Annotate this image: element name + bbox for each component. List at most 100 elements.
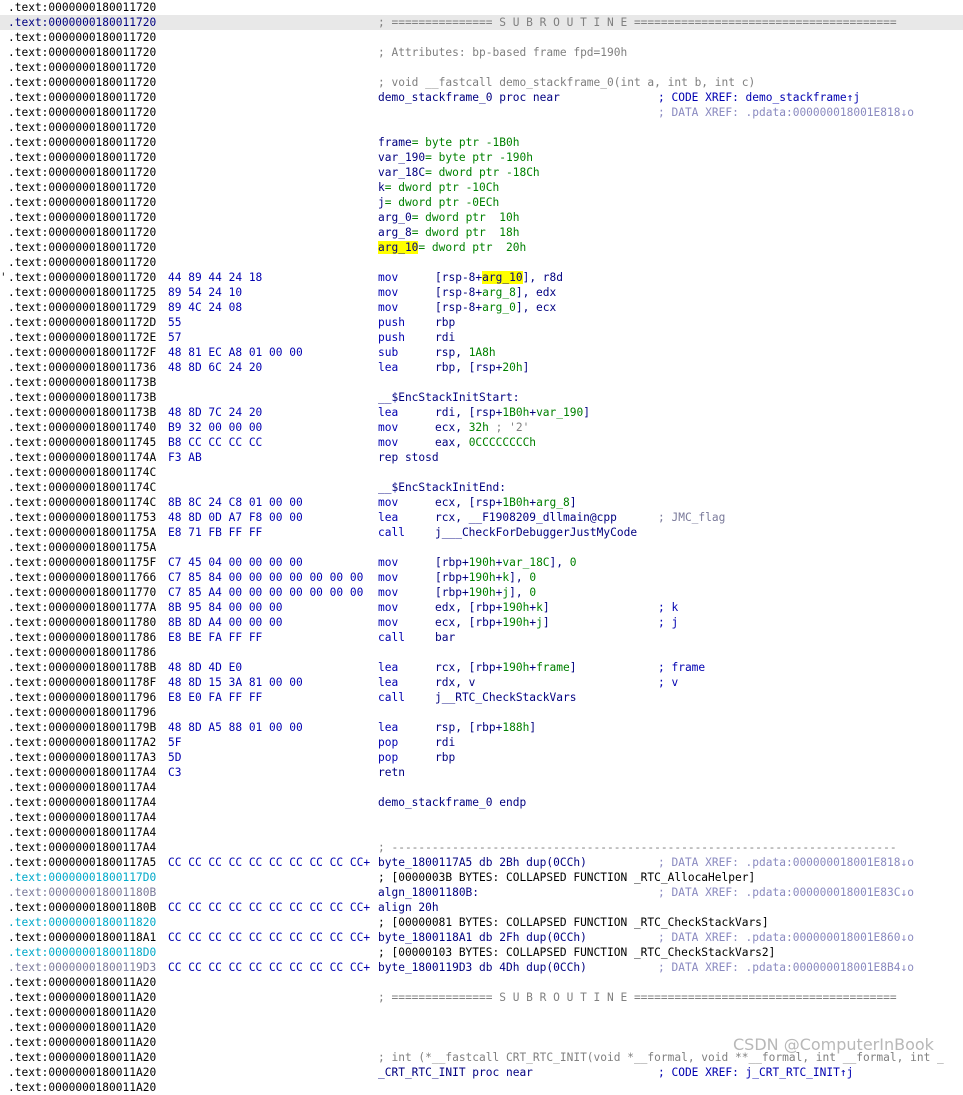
operand-token[interactable]: rep stosd [378,451,439,464]
line-address[interactable]: .text:00000001800117A3 [8,750,156,765]
instruction[interactable]: j= dword ptr -0ECh [378,195,499,210]
comment-text[interactable]: ; k [658,601,678,614]
line-address[interactable]: .text:0000000180011720 [8,60,156,75]
operand-token[interactable]: rsp, [rbp+ [435,721,502,734]
mnemonic[interactable]: mov [378,420,435,435]
operand-token[interactable]: bar [435,631,455,644]
instruction[interactable]: byte_1800118A1 db 2Fh dup(0CCh) [378,930,587,945]
line-address[interactable]: .text:0000000180011745 [8,435,156,450]
listing-line[interactable]: .text:0000000180011770 C7 85 A4 00 00 00 … [0,585,963,600]
line-address[interactable]: .text:000000018001180B [8,885,156,900]
line-address[interactable]: .text:00000001800117A4 [8,765,156,780]
operand-token[interactable]: edx, [rbp+ [435,601,502,614]
line-address[interactable]: .text:0000000180011A20 [8,990,156,1005]
operand-token[interactable]: = byte ptr -1B0h [412,136,520,149]
instruction[interactable]: ; Attributes: bp-based frame fpd=190h [378,45,627,60]
listing-line[interactable]: .text:00000001800117D0 ; [0000003B BYTES:… [0,870,963,885]
listing-line[interactable]: .text:0000000180011786 E8 BE FA FF FF call… [0,630,963,645]
line-address[interactable]: .text:0000000180011786 [8,645,156,660]
line-address[interactable]: .text:000000018001178B [8,660,156,675]
listing-line[interactable]: .text:000000018001172D 55 push rbp [0,315,963,330]
line-address[interactable]: .text:0000000180011720 [8,180,156,195]
instruction[interactable]: rep stosd [378,450,439,465]
instruction[interactable]: pop rbp [378,750,455,765]
instruction[interactable]: align 20h [378,900,439,915]
operand-token[interactable]: [rbp+ [435,586,469,599]
operand-token[interactable]: 1A8h [469,346,496,359]
operand-token[interactable]: k [536,601,543,614]
operand-token[interactable]: rdi [435,736,455,749]
line-address[interactable]: .text:0000000180011720 [8,15,156,30]
operand-token[interactable]: 190h [502,601,529,614]
listing-line[interactable]: .text:000000018001173B __$EncStackInitSta… [0,390,963,405]
operand-token[interactable]: ecx, [435,421,469,434]
instruction[interactable]: arg_0= dword ptr 10h [378,210,519,225]
instruction[interactable]: mov ecx, [rbp+190h+j] [378,615,550,630]
line-address[interactable]: .text:000000018001172F [8,345,156,360]
operand-token[interactable]: rdi [435,331,455,344]
mnemonic[interactable]: mov [378,600,435,615]
listing-line[interactable]: .text:0000000180011A20 [0,975,963,990]
line-address[interactable]: .text:0000000180011729 [8,300,156,315]
line-address[interactable]: .text:000000018001175A [8,525,156,540]
operand-token[interactable]: = dword ptr -18Ch [425,166,540,179]
line-address[interactable]: .text:0000000180011A20 [8,975,156,990]
line-address[interactable]: .text:0000000180011A20 [8,1050,156,1065]
operand-token[interactable]: ; [00000081 BYTES: COLLAPSED FUNCTION _R… [378,916,769,929]
operand-token[interactable]: [rsp-8+ [435,286,482,299]
operand-token[interactable]: 190h [469,571,496,584]
line-address[interactable]: .text:0000000180011A20 [8,1020,156,1035]
line-address[interactable]: .text:0000000180011A20 [8,1080,156,1095]
line-address[interactable]: .text:0000000180011720 [8,150,156,165]
operand-token[interactable]: arg_0 [378,211,412,224]
instruction[interactable]: arg_8= dword ptr 18h [378,225,519,240]
operand-token[interactable]: j [536,616,543,629]
instruction[interactable]: var_190= byte ptr -190h [378,150,533,165]
line-address[interactable]: .text:0000000180011720 [8,240,156,255]
mnemonic[interactable]: mov [378,570,435,585]
line-address[interactable]: .text:00000001800117A4 [8,840,156,855]
mnemonic[interactable]: lea [378,405,435,420]
line-address[interactable]: .text:000000018001173B [8,390,156,405]
operand-token[interactable]: [rbp+ [435,571,469,584]
mnemonic[interactable]: call [378,690,435,705]
listing-line[interactable]: .text:0000000180011720 var_190= byte ptr … [0,150,963,165]
line-address[interactable]: .text:00000001800118A1 [8,930,156,945]
operand-token[interactable]: algn_18001180B: [378,886,479,899]
comment-text[interactable]: ; CODE XREF: demo_stackframe↑j [658,91,860,104]
listing-line[interactable]: .text:00000001800117A4 C3 retn [0,765,963,780]
instruction[interactable]: mov edx, [rbp+190h+k] [378,600,550,615]
disassembly-listing[interactable]: .text:0000000180011720 .text:000000018001… [0,0,963,1095]
mnemonic[interactable]: lea [378,510,435,525]
instruction[interactable]: mov [rbp+190h+j], 0 [378,585,536,600]
line-address[interactable]: .text:000000018001174C [8,465,156,480]
listing-line[interactable]: .text:0000000180011720 ; DATA XREF: .pdat… [0,105,963,120]
operand-token[interactable]: 190h [469,586,496,599]
operand-token[interactable]: k [378,181,385,194]
instruction[interactable]: ; [0000003B BYTES: COLLAPSED FUNCTION _R… [378,870,755,885]
operand-token[interactable]: var_18C [378,166,425,179]
listing-line[interactable]: .text:00000001800118D0 ; [00000103 BYTES:… [0,945,963,960]
instruction[interactable]: __$EncStackInitStart: [378,390,519,405]
line-address[interactable]: .text:000000018001173B [8,375,156,390]
listing-line[interactable]: .text:0000000180011753 48 8D 0D A7 F8 00 … [0,510,963,525]
line-address[interactable]: .text:00000001800117A4 [8,825,156,840]
instruction[interactable]: mov [rbp+190h+k], 0 [378,570,536,585]
listing-line[interactable]: .text:000000018001177A 8B 95 84 00 00 00 m… [0,600,963,615]
line-address[interactable]: .text:000000018001174C [8,495,156,510]
listing-line[interactable]: .text:0000000180011720 var_18C= dword ptr… [0,165,963,180]
listing-line[interactable]: .text:0000000180011720 demo_stackframe_0 … [0,90,963,105]
listing-line[interactable]: .text:000000018001172F 48 81 EC A8 01 00 … [0,345,963,360]
listing-line[interactable]: .text:000000018001172E 57 push rdi [0,330,963,345]
operand-token[interactable]: ] [570,661,577,674]
instruction[interactable]: __$EncStackInitEnd: [378,480,506,495]
operand-token[interactable]: rcx, [rbp+ [435,661,502,674]
mnemonic[interactable]: mov [378,285,435,300]
line-address[interactable]: .text:0000000180011770 [8,585,156,600]
line-address[interactable]: .text:0000000180011720 [8,105,156,120]
listing-line[interactable]: .text:0000000180011720 arg_10= dword ptr … [0,240,963,255]
operand-token[interactable]: byte_1800118A1 db 2Fh dup(0CCh) [378,931,587,944]
listing-line[interactable]: .text:0000000180011A20 [0,1020,963,1035]
line-address[interactable]: .text:00000001800117A2 [8,735,156,750]
operand-token[interactable]: __$EncStackInitStart: [378,391,519,404]
